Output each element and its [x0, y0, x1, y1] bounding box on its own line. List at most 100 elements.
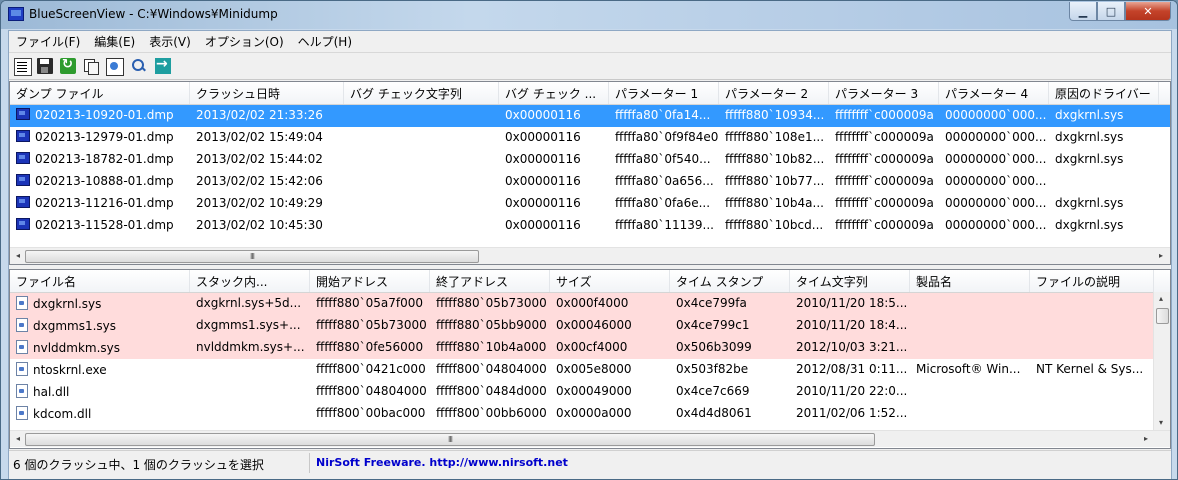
- col-product-name-cell: [910, 337, 1030, 359]
- driver-list-vscroll[interactable]: ▴ ▾: [1153, 292, 1170, 430]
- col-bug-check-code-cell: 0x00000116: [505, 130, 581, 144]
- table-row[interactable]: dxgmms1.sys dxgmms1.sys+... fffff880`05b73…: [10, 315, 1170, 337]
- col-bug-check-string-cell: [344, 105, 499, 127]
- col-start-address-header[interactable]: 開始アドレス: [310, 270, 430, 292]
- table-row[interactable]: hal.dll fffff800`04804000 fffff800`0484d00…: [10, 381, 1170, 403]
- table-row[interactable]: kdcom.dll fffff800`00bac000 fffff800`00bb6…: [10, 403, 1170, 425]
- col-in-stack-header[interactable]: スタック内...: [190, 270, 310, 292]
- driver-list-hscroll[interactable]: ◂ III ▸: [10, 430, 1170, 447]
- col-caused-by-driver-cell: dxgkrnl.sys: [1055, 218, 1124, 232]
- table-row[interactable]: ntoskrnl.exe fffff800`0421c000 fffff800`04…: [10, 359, 1170, 381]
- col-dump-file-cell: 020213-10888-01.dmp: [10, 171, 190, 193]
- toolbar: [9, 52, 1171, 80]
- menu-edit[interactable]: 編集(E): [87, 31, 142, 51]
- col-in-stack-cell: [190, 381, 310, 403]
- table-row[interactable]: 020213-12979-01.dmp 2013/02/02 15:49:04 0x…: [10, 127, 1170, 149]
- col-bug-check-code-header[interactable]: バグ チェック ...: [499, 82, 609, 104]
- nirsoft-link[interactable]: NirSoft Freeware. http://www.nirsoft.net: [316, 456, 568, 469]
- col-param1-header[interactable]: パラメーター 1: [609, 82, 719, 104]
- col-param4-header[interactable]: パラメーター 4: [939, 82, 1049, 104]
- scroll-up-arrow[interactable]: ▴: [1156, 294, 1166, 304]
- col-param3-cell: ffffffff`c000009a: [835, 218, 934, 232]
- menu-view[interactable]: 表示(V): [142, 31, 198, 51]
- scroll-thumb[interactable]: III: [25, 250, 479, 263]
- save-icon[interactable]: [37, 58, 53, 74]
- col-end-address-cell: fffff800`0484d000: [436, 384, 547, 398]
- col-param3-cell: ffffffff`c000009a: [835, 130, 934, 144]
- col-caused-by-driver-cell: [1049, 171, 1159, 193]
- col-time-stamp-cell: 0x506b3099: [676, 340, 752, 354]
- col-caused-by-driver-header[interactable]: 原因のドライバー: [1049, 82, 1159, 104]
- scroll-left-arrow[interactable]: ◂: [13, 251, 23, 261]
- col-start-address-cell: fffff800`00bac000: [316, 406, 426, 420]
- scroll-thumb[interactable]: III: [25, 433, 875, 446]
- col-file-description-header[interactable]: ファイルの説明: [1030, 270, 1154, 292]
- properties-icon[interactable]: [14, 58, 32, 76]
- find-icon[interactable]: [131, 58, 147, 74]
- col-bug-check-string-cell: [344, 215, 499, 237]
- col-time-string-cell: 2010/11/20 22:0...: [796, 384, 908, 398]
- scroll-down-arrow[interactable]: ▾: [1156, 418, 1166, 428]
- col-param4-cell: 00000000`000...: [945, 174, 1047, 188]
- col-end-address-header[interactable]: 終了アドレス: [430, 270, 550, 292]
- col-end-address-cell: fffff880`05b73000: [436, 296, 547, 310]
- col-dump-file-cell: 020213-18782-01.dmp: [10, 149, 190, 171]
- close-button[interactable]: ✕: [1125, 2, 1171, 21]
- table-row[interactable]: nvlddmkm.sys nvlddmkm.sys+... fffff880`0fe…: [10, 337, 1170, 359]
- col-end-address-cell: fffff880`10b4a000: [436, 340, 547, 354]
- col-time-string-header[interactable]: タイム文字列: [790, 270, 910, 292]
- scroll-right-arrow[interactable]: ▸: [1141, 434, 1151, 444]
- col-in-stack-cell: nvlddmkm.sys+...: [196, 340, 305, 354]
- col-file-name-cell: hal.dll: [10, 381, 190, 403]
- refresh-icon[interactable]: [60, 57, 76, 74]
- table-row[interactable]: 020213-11528-01.dmp 2013/02/02 10:45:30 0x…: [10, 215, 1170, 237]
- col-file-description-cell: [1030, 381, 1154, 403]
- crash-list-hscroll[interactable]: ◂ III ▸: [10, 247, 1170, 264]
- html-report-icon[interactable]: [106, 58, 124, 76]
- col-file-name-header[interactable]: ファイル名: [10, 270, 190, 292]
- menu-file[interactable]: ファイル(F): [9, 31, 87, 51]
- scroll-right-arrow[interactable]: ▸: [1156, 251, 1166, 261]
- col-product-name-header[interactable]: 製品名: [910, 270, 1030, 292]
- status-bar: 6 個のクラッシュ中、1 個のクラッシュを選択 NirSoft Freeware…: [9, 450, 1171, 475]
- dump-file-icon: [16, 130, 30, 142]
- menu-options[interactable]: オプション(O): [198, 31, 291, 51]
- col-in-stack-cell: dxgmms1.sys+...: [196, 318, 301, 332]
- col-param2-header[interactable]: パラメーター 2: [719, 82, 829, 104]
- col-in-stack-cell: dxgkrnl.sys+5d...: [196, 296, 302, 310]
- col-param4-cell: 00000000`000...: [945, 196, 1047, 210]
- app-icon[interactable]: [8, 7, 24, 21]
- col-crash-time-header[interactable]: クラッシュ日時: [190, 82, 344, 104]
- driver-list[interactable]: ファイル名 スタック内... 開始アドレス 終了アドレス サイズ タイム スタンプ タイム文…: [9, 269, 1171, 449]
- col-time-string-cell: 2010/11/20 18:4...: [796, 318, 908, 332]
- col-product-name-cell: [910, 293, 1030, 315]
- table-row[interactable]: 020213-11216-01.dmp 2013/02/02 10:49:29 0x…: [10, 193, 1170, 215]
- crash-list-header: ダンプ ファイル クラッシュ日時 バグ チェック文字列 バグ チェック ... パラメー…: [10, 82, 1170, 105]
- col-caused-by-driver-cell: dxgkrnl.sys: [1055, 152, 1124, 166]
- col-file-name-cell: dxgmms1.sys: [10, 315, 190, 337]
- minimize-button[interactable]: ▁: [1069, 2, 1097, 21]
- table-row[interactable]: dxgkrnl.sys dxgkrnl.sys+5d... fffff880`05a…: [10, 293, 1170, 315]
- col-dump-file-cell: 020213-10920-01.dmp: [10, 105, 190, 127]
- table-row[interactable]: 020213-18782-01.dmp 2013/02/02 15:44:02 0x…: [10, 149, 1170, 171]
- col-param3-cell: ffffffff`c000009a: [835, 196, 934, 210]
- scroll-left-arrow[interactable]: ◂: [13, 434, 23, 444]
- col-size-cell: 0x000f4000: [556, 296, 629, 310]
- crash-list[interactable]: ダンプ ファイル クラッシュ日時 バグ チェック文字列 バグ チェック ... パラメー…: [9, 81, 1171, 265]
- col-time-stamp-header[interactable]: タイム スタンプ: [670, 270, 790, 292]
- col-bug-check-string-cell: [344, 193, 499, 215]
- col-param3-header[interactable]: パラメーター 3: [829, 82, 939, 104]
- maximize-button[interactable]: □: [1097, 2, 1125, 21]
- vscroll-thumb[interactable]: [1156, 308, 1169, 324]
- col-size-header[interactable]: サイズ: [550, 270, 670, 292]
- col-in-stack-cell: [190, 359, 310, 381]
- copy-icon[interactable]: [83, 58, 99, 75]
- exit-icon[interactable]: [155, 56, 171, 74]
- table-row[interactable]: 020213-10920-01.dmp 2013/02/02 21:33:26 0x…: [10, 105, 1170, 127]
- menu-help[interactable]: ヘルプ(H): [291, 31, 359, 51]
- title-bar[interactable]: BlueScreenView - C:¥Windows¥Minidump ▁ □…: [1, 1, 1177, 29]
- table-row[interactable]: 020213-10888-01.dmp 2013/02/02 15:42:06 0x…: [10, 171, 1170, 193]
- col-param4-cell: 00000000`000...: [945, 152, 1047, 166]
- col-dump-file-header[interactable]: ダンプ ファイル: [10, 82, 190, 104]
- col-bug-check-string-header[interactable]: バグ チェック文字列: [344, 82, 499, 104]
